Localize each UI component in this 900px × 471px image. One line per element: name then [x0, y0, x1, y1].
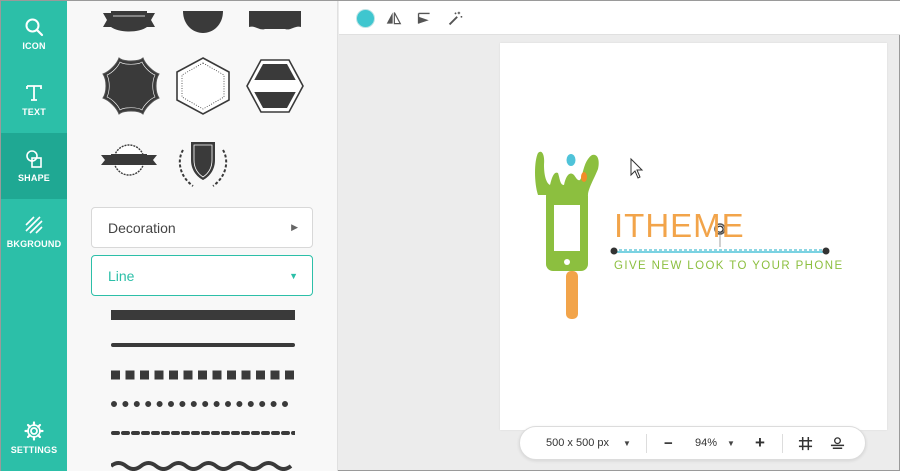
caret-right-icon: ▶ [291, 222, 298, 232]
line-style-solid-thin[interactable] [111, 334, 295, 356]
align-icon [417, 12, 430, 24]
rail-item-text[interactable]: TEXT [1, 67, 67, 133]
zoom-select[interactable]: 94% ▼ [695, 427, 735, 459]
chevron-down-icon: ▼ [623, 438, 631, 448]
align-center-button[interactable] [830, 427, 845, 459]
chevron-down-icon: ▼ [727, 438, 735, 448]
canvas-size-select[interactable]: 500 x 500 px ▼ [546, 427, 631, 459]
gear-icon [24, 421, 44, 441]
category-line[interactable]: Line ▼ [91, 255, 313, 296]
rail-item-shape[interactable]: SHAPE [1, 133, 67, 199]
magic-wand-button[interactable] [445, 8, 465, 28]
rail-item-label: ICON [22, 41, 46, 51]
rail-item-background[interactable]: BKGROUND [1, 199, 67, 265]
magic-wand-icon [448, 11, 462, 25]
left-rail: ICON TEXT SHAPE BKGROUND SETTINGS [1, 1, 67, 471]
logo-title[interactable]: ITHEME [614, 207, 745, 245]
category-label: Decoration [108, 219, 176, 236]
line-style-dotted[interactable] [111, 393, 295, 415]
shape-ribbon-banner[interactable] [99, 1, 159, 43]
search-icon [25, 18, 44, 37]
divider [646, 434, 647, 453]
rail-item-label: SETTINGS [10, 445, 58, 455]
shape-hexagon-outline[interactable] [173, 56, 233, 116]
align-center-icon [830, 436, 845, 449]
shape-notched-label[interactable] [245, 1, 305, 39]
zoom-in-button[interactable]: + [755, 427, 765, 459]
line-style-dashed[interactable] [111, 422, 295, 444]
shape-icon [26, 150, 42, 168]
minus-icon: − [664, 434, 673, 452]
category-label: Line [108, 267, 135, 284]
grid-toggle-button[interactable] [798, 427, 813, 459]
rail-item-label: BKGROUND [6, 239, 62, 249]
shape-ornate-frame[interactable] [101, 56, 161, 116]
zoom-out-button[interactable]: − [664, 427, 673, 459]
align-button[interactable] [414, 8, 434, 28]
design-canvas[interactable]: ITHEME GIVE NEW LOOK TO YOUR PHONE [500, 43, 887, 430]
shape-shield-laurel[interactable] [173, 132, 233, 192]
plus-icon: + [755, 433, 765, 452]
canvas-bottom-bar: 500 x 500 px ▼ − 94% ▼ + [519, 426, 866, 460]
color-swatch [355, 8, 375, 28]
line-style-square-dashed[interactable] [111, 364, 295, 386]
rail-item-icon[interactable]: ICON [1, 1, 67, 67]
background-icon [25, 216, 43, 234]
canvas-size-label: 500 x 500 px [546, 437, 609, 449]
logo-tagline[interactable]: GIVE NEW LOOK TO YOUR PHONE [614, 260, 844, 272]
caret-down-icon: ▼ [289, 270, 298, 281]
shape-circle-ribbon[interactable] [99, 129, 159, 189]
text-icon [26, 85, 42, 101]
shape-half-circle-badge[interactable] [173, 1, 233, 41]
shape-hexagon-banded[interactable] [245, 56, 305, 116]
flip-button[interactable] [383, 8, 403, 28]
top-toolbar [339, 1, 900, 35]
zoom-level: 94% [695, 437, 718, 449]
shape-panel: Decoration ▶ Line ▼ [67, 1, 338, 471]
rail-item-label: TEXT [22, 107, 46, 117]
flip-horizontal-icon [386, 11, 401, 24]
divider [782, 434, 783, 453]
color-picker-button[interactable] [355, 8, 375, 28]
category-decoration[interactable]: Decoration ▶ [91, 207, 313, 248]
rail-item-label: SHAPE [17, 173, 50, 183]
line-style-wavy[interactable] [111, 453, 295, 471]
grid-icon [798, 436, 813, 450]
line-style-solid-thick[interactable] [111, 304, 295, 326]
rail-item-settings[interactable]: SETTINGS [1, 405, 67, 471]
